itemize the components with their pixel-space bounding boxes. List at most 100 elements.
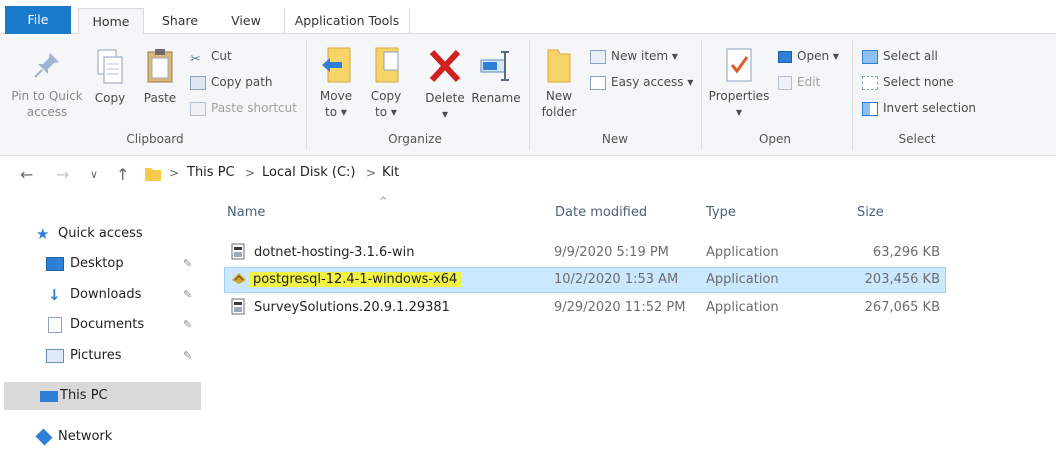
copy-icon (97, 49, 123, 84)
move-label-2: to ▾ (325, 105, 347, 119)
pin-icon[interactable]: ✎ (183, 311, 192, 339)
cut-button[interactable]: ✂ Cut (190, 46, 232, 67)
pin-label-1: Pin to Quick (11, 89, 83, 103)
group-divider (306, 40, 307, 150)
up-button[interactable]: ↑ (116, 165, 129, 184)
file-date: 9/29/2020 11:52 PM (554, 300, 686, 315)
properties-icon (726, 48, 752, 82)
pin-icon[interactable]: ✎ (183, 281, 192, 309)
nav-label: Pictures (70, 348, 122, 363)
nav-downloads[interactable]: ↓ Downloads ✎ (0, 281, 200, 309)
breadcrumb-kit[interactable]: Kit (382, 165, 399, 180)
paste-button[interactable]: Paste (138, 48, 182, 106)
nav-label: Downloads (70, 287, 142, 302)
breadcrumb-separator: > (366, 166, 377, 180)
tab-share[interactable]: Share (152, 8, 208, 34)
pin-to-quick-access-button[interactable]: Pin to Quick access (8, 50, 86, 120)
easy-access-icon (590, 75, 606, 90)
select-all-icon (862, 49, 878, 64)
tab-home[interactable]: Home (78, 8, 144, 35)
paste-icon (147, 49, 173, 83)
select-all-button[interactable]: Select all (862, 46, 938, 66)
file-row[interactable]: dotnet-hosting-3.1.6-win 9/9/2020 5:19 P… (224, 240, 946, 266)
select-all-label: Select all (883, 49, 938, 63)
new-folder-button[interactable]: New folder (536, 46, 582, 120)
ribbon-tab-bar: File Home Share View Application Tools (0, 0, 1056, 35)
delete-dropdown-arrow[interactable]: ▾ (422, 106, 468, 122)
nav-documents[interactable]: Documents ✎ (0, 311, 200, 339)
delete-button[interactable]: Delete ▾ (422, 48, 468, 122)
pin-icon[interactable]: ✎ (183, 250, 192, 278)
select-none-button[interactable]: Select none (862, 72, 954, 92)
nav-quick-access[interactable]: ★ Quick access (0, 220, 200, 248)
folder-icon (145, 168, 161, 181)
tab-application-tools[interactable]: Application Tools (284, 8, 410, 34)
file-size: 203,456 KB (864, 272, 940, 287)
column-header-size[interactable]: Size (857, 205, 884, 220)
breadcrumb-this-pc[interactable]: This PC (187, 165, 235, 180)
paste-shortcut-icon (190, 101, 206, 116)
file-size: 63,296 KB (872, 245, 940, 260)
select-none-icon (862, 75, 878, 90)
nav-label: Quick access (58, 226, 143, 241)
pin-icon[interactable]: ✎ (183, 342, 192, 370)
rename-button[interactable]: Rename (470, 48, 522, 106)
file-size: 267,065 KB (864, 300, 940, 315)
open-group-label: Open (758, 132, 792, 146)
invert-selection-label: Invert selection (883, 101, 977, 115)
edit-button[interactable]: Edit (778, 72, 820, 92)
file-name-highlight: postgresql-12.4-1-windows-x64 (249, 272, 462, 287)
nav-network[interactable]: Network (0, 423, 200, 451)
nav-pictures[interactable]: Pictures ✎ (0, 342, 200, 370)
easy-access-button[interactable]: Easy access ▾ (590, 72, 693, 92)
star-icon: ★ (36, 225, 50, 243)
column-header-name[interactable]: Name (227, 205, 265, 220)
file-date: 10/2/2020 1:53 AM (554, 272, 679, 287)
file-row-selected[interactable]: postgresql-12.4-1-windows-x64 10/2/2020 … (224, 267, 946, 293)
column-header-type[interactable]: Type (706, 205, 736, 220)
file-type: Application (706, 272, 779, 287)
breadcrumb-local-disk[interactable]: Local Disk (C:) (262, 165, 355, 180)
installer-app-icon (231, 298, 245, 315)
nav-label: Documents (70, 317, 145, 332)
move-to-button[interactable]: Move to ▾ (314, 46, 358, 120)
back-button[interactable]: ← (20, 165, 33, 184)
nav-label: This PC (60, 388, 108, 403)
copy-to-label-1: Copy (370, 89, 402, 103)
edit-label: Edit (797, 75, 821, 89)
nav-desktop[interactable]: Desktop ✎ (0, 250, 200, 278)
group-divider (701, 40, 702, 150)
recent-locations-button[interactable]: ∨ (90, 168, 98, 181)
properties-button[interactable]: Properties ▾ (706, 46, 772, 120)
pin-icon (34, 53, 59, 78)
file-name: postgresql-12.4-1-windows-x64 (249, 272, 462, 287)
network-icon (35, 428, 53, 446)
rename-icon (480, 51, 509, 81)
tab-view[interactable]: View (222, 8, 270, 34)
select-none-label: Select none (883, 75, 954, 89)
paste-shortcut-button[interactable]: Paste shortcut (190, 98, 297, 118)
properties-label: Properties (708, 89, 770, 103)
open-icon (778, 50, 792, 63)
desktop-icon (46, 257, 64, 271)
copy-path-button[interactable]: Copy path (190, 72, 273, 92)
open-button[interactable]: Open ▾ (778, 46, 839, 66)
column-header-date-modified[interactable]: Date modified (555, 205, 647, 220)
copy-folder-icon (375, 47, 399, 83)
nav-this-pc[interactable]: This PC (4, 382, 201, 410)
edit-icon (778, 75, 792, 90)
forward-button[interactable]: → (56, 165, 69, 184)
tab-file[interactable]: File (5, 6, 71, 34)
invert-selection-button[interactable]: Invert selection (862, 98, 976, 118)
breadcrumb-separator: > (245, 166, 256, 180)
copy-to-label-2: to ▾ (375, 105, 397, 119)
rename-label: Rename (471, 91, 521, 105)
copy-label: Copy (94, 91, 126, 105)
new-folder-icon (547, 49, 571, 83)
properties-dropdown-arrow[interactable]: ▾ (706, 104, 772, 120)
new-item-button[interactable]: New item ▾ (590, 46, 678, 66)
copy-to-button[interactable]: Copy to ▾ (364, 46, 408, 120)
file-row[interactable]: SurveySolutions.20.9.1.29381 9/29/2020 1… (224, 295, 946, 321)
address-bar: ← → ∨ ↑ > This PC > Local Disk (C:) > Ki… (0, 157, 1056, 193)
copy-button[interactable]: Copy (90, 48, 130, 106)
